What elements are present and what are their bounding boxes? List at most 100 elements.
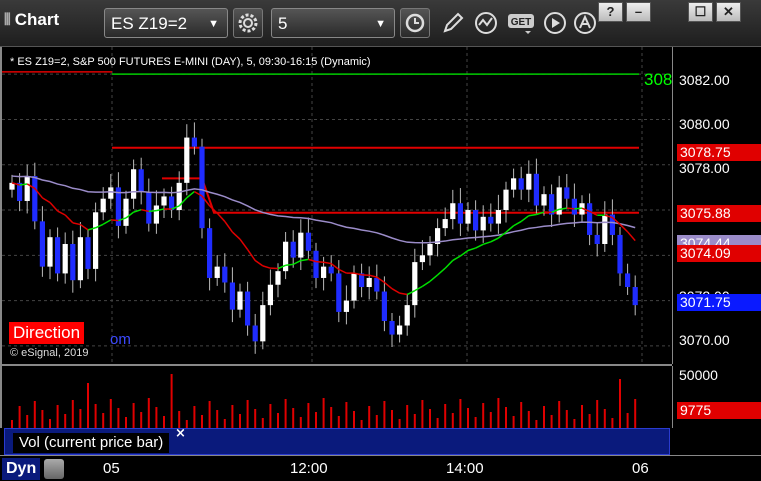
price-tag-last: 3071.75 bbox=[677, 294, 761, 311]
volume-bar bbox=[512, 416, 515, 428]
candle-body bbox=[503, 189, 509, 211]
volume-bar bbox=[611, 418, 614, 428]
chart-legend: * ES Z19=2, S&P 500 FUTURES E-MINI (DAY)… bbox=[10, 56, 371, 68]
price-tag-red: 3078.75 bbox=[677, 144, 761, 161]
symbol-combo[interactable]: ES Z19=2 ▼ bbox=[104, 8, 228, 38]
volume-bar bbox=[383, 401, 386, 428]
volume-pane[interactable] bbox=[0, 366, 672, 428]
volume-bar bbox=[413, 414, 416, 428]
study-button[interactable] bbox=[472, 8, 502, 38]
volume-bar bbox=[459, 399, 462, 428]
volume-axis[interactable]: 50000 9775 bbox=[672, 366, 761, 428]
candle-body bbox=[587, 203, 593, 235]
dynamic-button[interactable]: Dyn bbox=[2, 458, 41, 480]
candle-body bbox=[146, 191, 152, 224]
close-icon[interactable]: × bbox=[175, 426, 186, 441]
draw-button[interactable] bbox=[438, 8, 468, 38]
volume-bar bbox=[284, 399, 287, 428]
volume-bar bbox=[429, 409, 431, 428]
green-level-label: 308 bbox=[644, 70, 673, 89]
candle-body bbox=[321, 266, 327, 278]
moving-average-segment bbox=[369, 274, 377, 278]
direction-badge: Direction bbox=[9, 322, 85, 344]
volume-bar bbox=[254, 409, 257, 428]
moving-average-segment bbox=[64, 214, 74, 224]
volume-bar bbox=[505, 407, 507, 428]
volume-study-bar[interactable]: Vol (current price bar) × bbox=[4, 426, 670, 455]
moving-average-segment bbox=[19, 183, 28, 186]
candle-body bbox=[214, 266, 220, 278]
candle-body bbox=[473, 210, 479, 231]
volume-bar bbox=[193, 406, 196, 428]
time-button[interactable] bbox=[400, 8, 430, 38]
price-pane[interactable]: * ES Z19=2, S&P 500 FUTURES E-MINI (DAY)… bbox=[0, 47, 672, 364]
volume-bar bbox=[223, 419, 226, 428]
volume-bar bbox=[527, 411, 530, 428]
volume-bar bbox=[18, 406, 21, 428]
clock-icon bbox=[405, 13, 425, 33]
interval-combo[interactable]: 5 ▼ bbox=[271, 8, 395, 38]
candle-body bbox=[571, 198, 577, 215]
candle-body bbox=[343, 300, 349, 312]
settings-icon bbox=[238, 13, 258, 33]
x-tick-label: 05 bbox=[103, 460, 120, 477]
volume-bar bbox=[489, 412, 492, 428]
volume-bar bbox=[140, 412, 143, 428]
volume-bar bbox=[603, 409, 606, 428]
volume-bar bbox=[79, 409, 82, 428]
candle-body bbox=[351, 273, 357, 301]
candle-body bbox=[488, 216, 494, 224]
link-icon[interactable]: ⫴ bbox=[4, 10, 11, 29]
lock-icon[interactable] bbox=[44, 459, 64, 479]
candle-body bbox=[632, 287, 638, 306]
candle-body bbox=[533, 173, 539, 206]
alert-button[interactable] bbox=[570, 8, 600, 38]
moving-average-segment bbox=[490, 237, 499, 243]
moving-average-segment bbox=[102, 219, 112, 225]
volume-bar bbox=[596, 400, 599, 428]
moving-average-segment bbox=[482, 241, 492, 246]
volume-bar bbox=[277, 413, 279, 428]
moving-average-segment bbox=[110, 219, 119, 222]
maximize-button[interactable]: ☐ bbox=[688, 2, 713, 22]
volume-bar bbox=[201, 415, 203, 428]
volume-bar bbox=[467, 408, 469, 428]
moving-average-segment bbox=[300, 258, 309, 262]
volume-bar bbox=[634, 399, 637, 428]
moving-average-segment bbox=[452, 255, 461, 262]
moving-average-segment bbox=[383, 281, 393, 290]
close-button[interactable]: ✕ bbox=[716, 2, 741, 22]
candle-body bbox=[564, 187, 570, 199]
candle-body bbox=[465, 210, 471, 224]
volume-bar bbox=[626, 413, 629, 428]
candle-body bbox=[442, 219, 448, 229]
volume-bar bbox=[444, 404, 447, 428]
moving-average-segment bbox=[444, 259, 454, 269]
moving-average-segment bbox=[224, 221, 234, 233]
get-button[interactable]: GET bbox=[506, 8, 536, 38]
price-tag-red: 3074.09 bbox=[677, 245, 761, 262]
interval-value: 5 bbox=[278, 14, 288, 33]
volume-bar bbox=[543, 406, 545, 428]
get-icon: GET bbox=[508, 14, 534, 34]
candle-body bbox=[267, 284, 273, 306]
volume-bar bbox=[307, 403, 310, 428]
minimize-button[interactable]: – bbox=[626, 2, 651, 22]
settings-button[interactable] bbox=[233, 8, 263, 38]
candle-body bbox=[404, 305, 410, 326]
time-axis[interactable]: Dyn 05 12:00 14:00 06 bbox=[0, 455, 761, 481]
candle-body bbox=[24, 176, 30, 201]
moving-average-segment bbox=[467, 247, 476, 252]
moving-average-segment bbox=[421, 280, 431, 288]
candle-body bbox=[55, 237, 61, 274]
play-button[interactable] bbox=[540, 8, 570, 38]
help-button[interactable]: ? bbox=[598, 2, 623, 22]
price-axis[interactable]: 3082.00 3080.00 3078.00 3072.00 3070.00 … bbox=[672, 47, 761, 364]
volume-bar bbox=[155, 407, 158, 428]
candle-body bbox=[229, 282, 235, 310]
volume-bar bbox=[619, 379, 621, 428]
alert-icon bbox=[574, 12, 596, 34]
moving-average-segment bbox=[79, 223, 89, 231]
candle-body bbox=[17, 182, 23, 201]
candle-body bbox=[594, 234, 600, 244]
